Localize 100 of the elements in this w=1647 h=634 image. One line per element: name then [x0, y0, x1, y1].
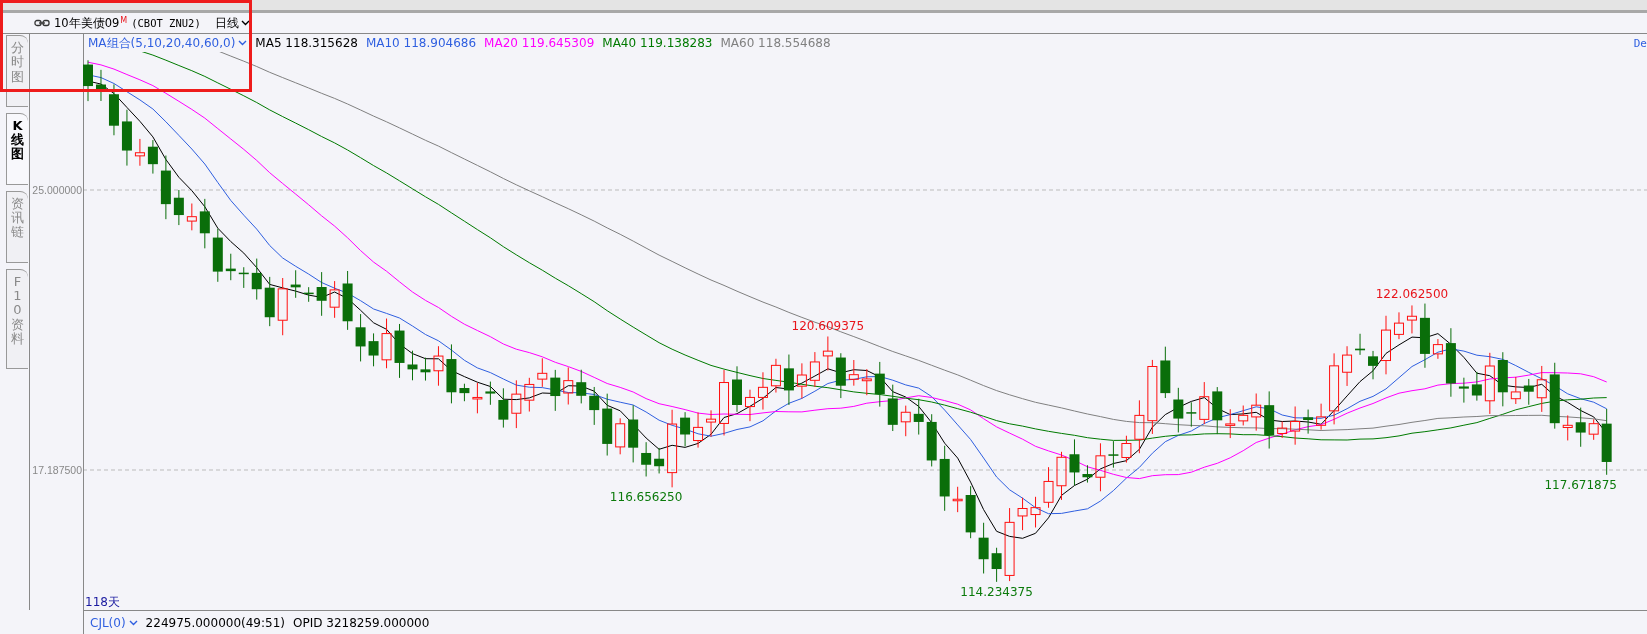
- candlestick: [1588, 418, 1599, 441]
- candlestick: [1394, 311, 1404, 340]
- candlestick: [563, 366, 574, 405]
- candlestick: [835, 352, 846, 399]
- candlestick: [420, 357, 431, 382]
- candlestick: [1082, 464, 1093, 484]
- candlestick: [628, 404, 639, 463]
- ma-legend-item: MA40 119.138283: [602, 36, 713, 50]
- candlestick: [394, 323, 405, 379]
- candlestick: [459, 383, 470, 402]
- candlestick: [1186, 401, 1197, 428]
- candlestick: [134, 138, 145, 167]
- candlestick: [238, 266, 249, 289]
- price-label: 120.609375: [791, 319, 865, 334]
- indicator-dropdown[interactable]: CJL(0): [90, 615, 138, 630]
- candlestick: [1199, 381, 1210, 425]
- candlestick: [1471, 371, 1482, 402]
- ma-group-dropdown[interactable]: MA组合(5,10,20,40,60,0): [88, 34, 248, 52]
- candlestick: [796, 362, 807, 399]
- candlestick: [874, 361, 885, 408]
- candlestick: [1277, 420, 1288, 439]
- link-icon: [34, 19, 50, 27]
- candlestick: [900, 405, 911, 437]
- candlestick: [1562, 414, 1573, 441]
- candlestick: [407, 350, 418, 381]
- candlestick: [1445, 327, 1456, 398]
- side-tab[interactable]: K线图: [6, 112, 28, 185]
- candlestick: [108, 83, 119, 136]
- candlestick: [654, 447, 665, 474]
- candlestick: [550, 369, 561, 412]
- candlestick: [757, 371, 768, 411]
- candlestick: [1251, 393, 1262, 432]
- candlestick: [1303, 409, 1314, 435]
- candlestick: [887, 384, 898, 432]
- candlestick: [615, 417, 626, 455]
- price-label: 117.671875: [1544, 477, 1617, 492]
- candlestick: [1432, 338, 1443, 360]
- candlestick: [290, 269, 301, 299]
- candlestick: [1381, 315, 1391, 375]
- corner-label: De: [1633, 36, 1647, 50]
- y-axis-label: 25.000000: [32, 184, 82, 196]
- candlestick: [1316, 403, 1327, 431]
- period-dropdown[interactable]: 日线: [214, 15, 250, 31]
- candlestick: [693, 411, 704, 449]
- candlestick: [264, 276, 275, 327]
- y-axis-label: 17.187500: [32, 464, 82, 476]
- candlestick: [1536, 365, 1547, 413]
- candlestick: [511, 379, 522, 429]
- candlestick: [147, 139, 158, 175]
- candlestick: [1069, 438, 1080, 486]
- candlestick: [641, 441, 652, 477]
- candlestick: [991, 547, 1002, 583]
- ma-legend-item: MA10 118.904686: [365, 36, 477, 50]
- candlestick: [1056, 451, 1067, 501]
- candlestick: [1458, 377, 1469, 404]
- candlestick: [809, 351, 820, 388]
- candlestick: [368, 332, 379, 367]
- price-label: 116.656250: [609, 490, 683, 505]
- candlestick: [1212, 386, 1223, 435]
- price-label: 114.234375: [960, 584, 1033, 599]
- candlestick: [498, 387, 509, 429]
- candlestick: [732, 365, 742, 413]
- candlestick: [316, 271, 327, 317]
- candlestick: [186, 203, 197, 231]
- candlestick: [965, 485, 976, 539]
- candlestick: [861, 368, 872, 396]
- side-tab[interactable]: F10资料: [6, 268, 28, 370]
- candlestick: [1497, 351, 1508, 407]
- candlestick: [381, 318, 392, 369]
- candlestick: [173, 189, 184, 226]
- candlestick: [978, 522, 989, 574]
- candlestick: [680, 411, 691, 447]
- candlestick: [485, 381, 496, 406]
- candlestick: [160, 155, 171, 220]
- candlestick: [277, 277, 288, 336]
- candlestick: [1484, 352, 1495, 415]
- ma-legend-item: MA60 118.554688: [720, 36, 831, 50]
- candlestick: [1342, 345, 1353, 387]
- candlestick: [913, 398, 924, 436]
- candlestick: [1419, 303, 1430, 369]
- candlestick: [303, 286, 314, 303]
- candlestick: [783, 354, 794, 406]
- candlestick: [1355, 333, 1366, 356]
- candlestick: [433, 345, 444, 387]
- candlestick: [1173, 387, 1184, 433]
- chevron-down-icon: [128, 619, 138, 626]
- candlestick: [1368, 350, 1378, 380]
- candlestick: [770, 358, 781, 393]
- side-tab[interactable]: 分时图: [6, 35, 28, 107]
- day-count: 118天: [85, 595, 120, 609]
- candlestick: [926, 413, 937, 467]
- candlestick: [1290, 405, 1301, 446]
- instrument-name: 10年美债09: [54, 15, 120, 31]
- candlestick: [1264, 390, 1275, 450]
- chevron-down-icon: [238, 40, 248, 46]
- side-tab[interactable]: 资讯链: [6, 190, 28, 263]
- candlestick: [1523, 378, 1534, 406]
- candlestick: [589, 386, 600, 426]
- candlestick: [83, 59, 93, 102]
- candlestick: [472, 382, 483, 414]
